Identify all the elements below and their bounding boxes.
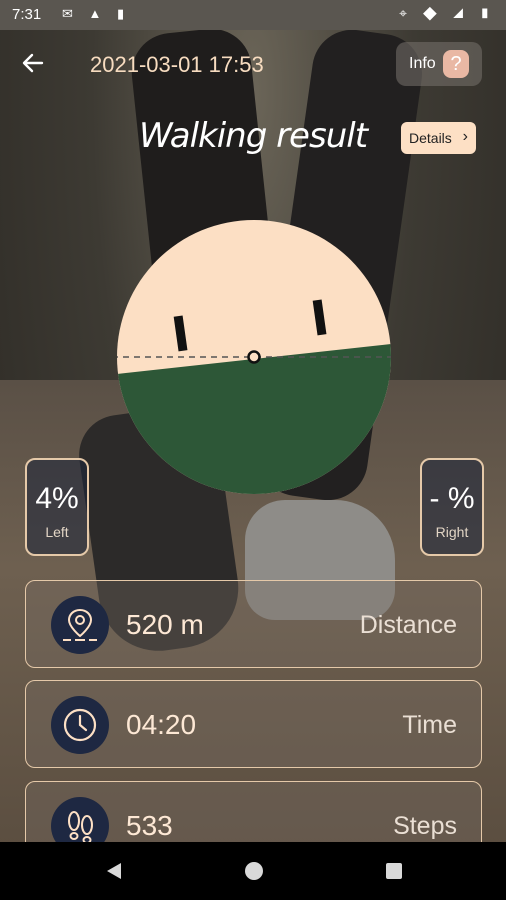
details-button[interactable]: Details › — [401, 122, 476, 154]
chevron-right-icon: › — [462, 128, 468, 145]
time-label: Time — [402, 711, 457, 739]
system-nav-bar — [0, 842, 506, 900]
back-button[interactable] — [20, 50, 48, 78]
balance-gauge — [117, 220, 391, 494]
nav-recents-icon[interactable] — [383, 860, 405, 882]
nav-home-icon[interactable] — [243, 860, 265, 882]
signal-icon: ◢ — [452, 5, 470, 21]
info-button[interactable]: Info ? — [396, 42, 482, 86]
wifi-icon: ◆ — [422, 5, 443, 21]
nav-back-icon[interactable] — [103, 860, 125, 882]
location-pin-icon — [51, 596, 109, 654]
right-balance-value: - % — [429, 482, 475, 515]
status-bar: 7:31 ✉ ▲ ▮ ⌖ ◆ ◢ ▮ — [0, 0, 506, 30]
status-right-icons: ⌖ ◆ ◢ ▮ — [399, 5, 496, 22]
location-icon: ⌖ — [399, 5, 414, 21]
distance-value: 520 m — [126, 609, 204, 640]
arrow-left-icon — [22, 53, 44, 73]
distance-label: Distance — [359, 611, 457, 639]
gmail-icon: ✉ — [62, 6, 79, 21]
status-time: 7:31 — [12, 6, 42, 23]
steps-value: 533 — [126, 810, 173, 841]
drive-icon: ▲ — [88, 6, 108, 21]
left-balance-box: 4% Left — [25, 458, 89, 556]
details-label: Details — [409, 130, 452, 146]
sd-card-icon: ▮ — [117, 6, 131, 21]
right-balance-box: - % Right — [420, 458, 484, 556]
result-datetime: 2021-03-01 17:53 — [90, 52, 264, 77]
time-value: 04:20 — [126, 709, 197, 740]
status-left-icons: ✉ ▲ ▮ — [62, 6, 130, 22]
stat-distance: 520 m Distance — [25, 580, 482, 668]
stat-time: 04:20 Time — [25, 680, 482, 768]
battery-icon: ▮ — [479, 5, 496, 21]
question-icon: ? — [443, 50, 469, 78]
right-balance-label: Right — [435, 524, 469, 540]
left-balance-label: Left — [45, 524, 69, 540]
steps-label: Steps — [393, 812, 457, 840]
left-balance-value: 4% — [35, 482, 79, 515]
info-label: Info — [409, 55, 436, 72]
clock-icon — [51, 696, 109, 754]
gauge-center-point — [247, 350, 261, 364]
